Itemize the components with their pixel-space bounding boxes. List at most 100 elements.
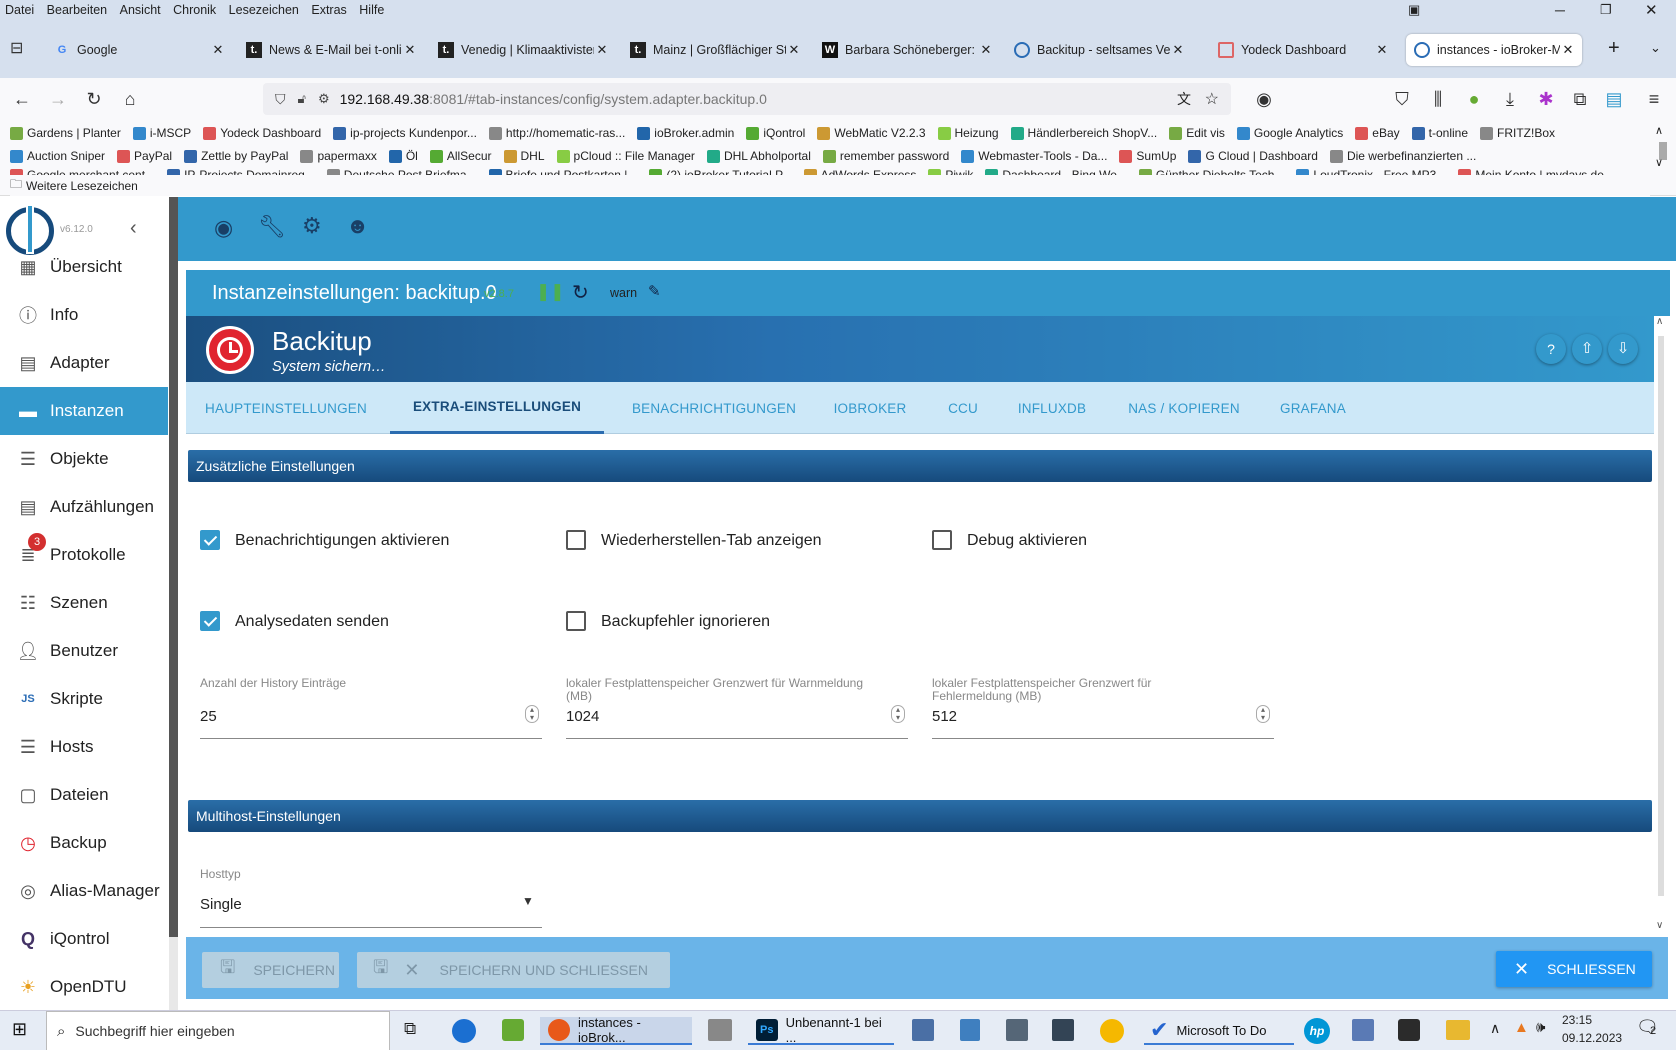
bookmark-item[interactable]: Auction Sniper [10, 149, 105, 163]
app-icon[interactable] [502, 1019, 524, 1041]
expert-mode-icon[interactable]: ⚙ [302, 213, 322, 239]
menu-lesezeichen[interactable]: Lesezeichen [224, 0, 299, 17]
other-bookmarks[interactable]: 🗀 Weitere Lesezeichen [10, 175, 1650, 196]
bookmark-item[interactable]: Webmaster-Tools - Da... [961, 149, 1107, 163]
sidebar-item-objekte[interactable]: ☰ Objekte [0, 435, 168, 483]
scroll-up-icon[interactable]: ∧ [1655, 124, 1663, 137]
sidebar-scrollbar-thumb[interactable] [169, 197, 178, 937]
save-button[interactable]: 🖫 SPEICHERN [202, 952, 339, 988]
bookmark-item[interactable]: pCloud :: File Manager [556, 149, 695, 163]
clock-time[interactable]: 23:15 [1562, 1013, 1592, 1027]
bookmark-item[interactable]: ioBroker.admin [637, 126, 734, 140]
menu-chronik[interactable]: Chronik [168, 0, 216, 17]
taskbar-app-todo[interactable]: ✔ Microsoft To Do [1144, 1017, 1294, 1045]
calculator-icon[interactable] [960, 1019, 980, 1041]
bookmark-item[interactable]: Öl [388, 149, 418, 163]
bookmark-item[interactable]: Gardens | Planter [10, 126, 121, 140]
tab-nas-kopieren[interactable]: NAS / KOPIEREN [1106, 382, 1262, 434]
bookmark-item[interactable]: DHL [503, 149, 545, 163]
download-icon[interactable]: ⇩ [1608, 334, 1638, 364]
tab-close-icon[interactable]: ✕ [402, 42, 418, 58]
eye-icon[interactable]: ◉ [214, 215, 233, 241]
checkbox-analytics[interactable] [200, 611, 220, 631]
pause-icon[interactable]: ❚❚ [536, 282, 565, 302]
close-window-icon[interactable]: ✕ [1645, 1, 1658, 19]
minimize-icon[interactable]: ─ [1555, 2, 1565, 18]
history-count-spinner[interactable]: ▴ ▾ [525, 705, 539, 723]
volume-icon[interactable]: 🕪︎ [1536, 1019, 1545, 1036]
tab-overview-icon[interactable]: ⊟ [10, 38, 23, 58]
app-icon[interactable] [1398, 1019, 1420, 1041]
shield-icon[interactable]: ⛉ [275, 91, 286, 108]
close-button[interactable]: ✕ SCHLIESSEN [1496, 951, 1652, 987]
bookmark-star-icon[interactable]: ☆ [1205, 89, 1219, 109]
sidebar-item-info[interactable]: ⓘ Info [0, 291, 168, 339]
warn-threshold-spinner[interactable]: ▴ ▾ [891, 705, 905, 723]
scroll-down-icon[interactable]: ∨ [1656, 920, 1663, 931]
tray-chevron-icon[interactable]: ∧ [1490, 1020, 1500, 1037]
tab-close-icon[interactable]: ✕ [978, 42, 994, 58]
checkbox-debug[interactable] [932, 530, 952, 550]
sidebar-item-aufzählungen[interactable]: ▤ Aufzählungen [0, 483, 168, 531]
menu-bearbeiten[interactable]: Bearbeiten [42, 0, 107, 17]
taskbar-app-photoshop[interactable]: Ps Unbenannt-1 bei ... [748, 1015, 894, 1045]
history-count-input[interactable]: 25 [200, 708, 217, 725]
menu-ansicht[interactable]: Ansicht [115, 0, 161, 17]
hamburger-menu-icon[interactable]: ≡ [1640, 86, 1668, 112]
bookmark-item[interactable]: FRITZ!Box [1480, 126, 1555, 140]
url-bar[interactable]: ⛉ 🔓︎ ⚙ 192.168.49.38:8081/#tab-instances… [263, 83, 1231, 115]
tab-influxdb[interactable]: INFLUXDB [1004, 382, 1100, 434]
clock-date[interactable]: 09.12.2023 [1562, 1031, 1622, 1045]
permissions-icon[interactable]: ⚙ [318, 91, 330, 107]
home-icon[interactable]: ⌂ [116, 86, 144, 112]
bookmark-item[interactable]: G Cloud | Dashboard [1188, 149, 1318, 163]
error-threshold-input[interactable]: 512 [932, 708, 957, 725]
taskbar-search[interactable]: ⌕ Suchbegriff hier eingeben [46, 1011, 390, 1050]
checkbox-notifications[interactable] [200, 530, 220, 550]
restart-icon[interactable]: ↻ [572, 280, 589, 305]
downloads-icon[interactable]: ⤓ [1496, 86, 1524, 112]
explorer-icon[interactable] [1446, 1020, 1470, 1040]
tab-haupteinstellungen[interactable]: HAUPTEINSTELLUNGEN [196, 382, 376, 434]
extensions-icon[interactable]: ⧉ [1566, 86, 1594, 112]
app-icon[interactable] [1100, 1019, 1124, 1043]
tab-iobroker[interactable]: IOBROKER [818, 382, 922, 434]
sidebar-item-skripte[interactable]: JS Skripte [0, 675, 168, 723]
tab-instances-active[interactable]: instances - ioBroker-Mast ✕ [1406, 34, 1582, 66]
warn-threshold-input[interactable]: 1024 [566, 708, 599, 725]
tab-close-icon[interactable]: ✕ [594, 42, 610, 58]
menu-hilfe[interactable]: Hilfe [354, 0, 384, 17]
tab-extra-einstellungen[interactable]: EXTRA-EINSTELLUNGEN [390, 382, 604, 434]
bookmark-item[interactable]: remember password [822, 149, 949, 163]
bookmark-item[interactable]: PayPal [117, 149, 172, 163]
bookmark-item[interactable]: Die werbefinanzierten ... [1329, 149, 1476, 163]
tab-ccu[interactable]: CCU [928, 382, 998, 434]
sidebar-item-übersicht[interactable]: ▦ Übersicht [0, 243, 168, 291]
sidebar-item-opendtu[interactable]: ☀ OpenDTU [0, 963, 168, 1010]
tab-grafana[interactable]: GRAFANA [1268, 382, 1358, 434]
bookmark-item[interactable]: papermaxx [300, 149, 377, 163]
taskbar-app-firefox[interactable]: instances - ioBrok... [540, 1015, 692, 1045]
app-icon[interactable] [1352, 1019, 1374, 1041]
bookmark-item[interactable]: eBay [1355, 126, 1400, 140]
collapse-chevron-icon[interactable]: ‹ [130, 217, 137, 240]
sidebar-item-szenen[interactable]: ☷ Szenen [0, 579, 168, 627]
bookmark-item[interactable]: i-MSCP [132, 126, 191, 140]
library-icon[interactable]: ⫼ [1424, 86, 1452, 112]
bookmark-item[interactable]: ip-projects Kundenpor... [333, 126, 477, 140]
sidebar-item-benutzer[interactable]: 👤︎ Benutzer [0, 627, 168, 675]
forward-icon[interactable]: → [44, 86, 72, 112]
bookmark-item[interactable]: t-online [1411, 126, 1468, 140]
help-icon[interactable]: ? [1536, 334, 1566, 364]
list-tabs-icon[interactable]: ⌄ [1650, 40, 1661, 56]
error-threshold-spinner[interactable]: ▴ ▾ [1256, 705, 1270, 723]
menu-datei[interactable]: Datei [0, 0, 34, 17]
lock-insecure-icon[interactable]: 🔓︎ [298, 91, 306, 107]
sidebar-item-iqontrol[interactable]: QiQontrol [0, 915, 168, 963]
back-icon[interactable]: ← [8, 86, 36, 112]
scroll-up-icon[interactable]: ∧ [1656, 316, 1663, 327]
tab-close-icon[interactable]: ✕ [210, 42, 226, 58]
vlc-icon[interactable]: ▲ [1514, 1019, 1529, 1036]
edit-pencil-icon[interactable]: ✎ [648, 282, 661, 300]
bookmark-item[interactable]: Händlerbereich ShopV... [1010, 126, 1157, 140]
